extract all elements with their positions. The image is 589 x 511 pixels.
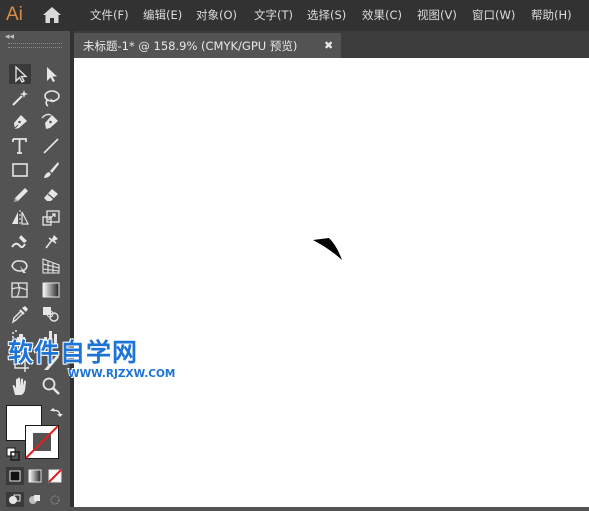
free-transform-tool-icon[interactable]	[9, 256, 31, 276]
stroke-swatch[interactable]	[25, 425, 59, 459]
drawn-shape[interactable]	[312, 237, 344, 265]
collapse-panel-icon[interactable]: ◂◂	[5, 32, 14, 42]
paintbrush-tool-icon[interactable]	[40, 160, 62, 180]
scale-tool-icon[interactable]	[40, 208, 62, 228]
gradient-tool-icon[interactable]	[40, 280, 62, 300]
none-mode-icon[interactable]	[46, 467, 64, 485]
gradient-mode-icon[interactable]	[26, 467, 44, 485]
app-logo: Ai	[6, 4, 23, 25]
symbol-sprayer-tool-icon[interactable]	[9, 328, 31, 348]
slice-tool-icon[interactable]	[40, 352, 62, 372]
home-icon[interactable]	[42, 6, 62, 24]
selection-tool-icon[interactable]	[9, 64, 31, 84]
curvature-tool-icon[interactable]	[40, 112, 62, 132]
menu-window[interactable]: 窗口(W)	[472, 7, 515, 23]
direct-selection-tool-icon[interactable]	[40, 64, 62, 84]
tab-title: 未标题-1* @ 158.9% (CMYK/GPU 预览)	[83, 39, 298, 53]
puppet-warp-tool-icon[interactable]	[40, 232, 62, 252]
panel-grip[interactable]	[8, 43, 62, 48]
rectangle-tool-icon[interactable]	[9, 160, 31, 180]
draw-inside-icon[interactable]	[46, 492, 64, 507]
mesh-tool-icon[interactable]	[9, 280, 31, 300]
blend-tool-icon[interactable]	[40, 304, 62, 324]
menu-file[interactable]: 文件(F)	[90, 7, 129, 23]
menu-help[interactable]: 帮助(H)	[531, 7, 572, 23]
eraser-tool-icon[interactable]	[40, 184, 62, 204]
tools-panel: ◂◂	[0, 31, 70, 507]
type-tool-icon[interactable]	[9, 136, 31, 156]
menu-edit[interactable]: 编辑(E)	[143, 7, 182, 23]
menu-object[interactable]: 对象(O)	[196, 7, 237, 23]
draw-normal-icon[interactable]	[6, 492, 24, 507]
eyedropper-tool-icon[interactable]	[9, 304, 31, 324]
column-graph-tool-icon[interactable]	[40, 328, 62, 348]
tab-document[interactable]: 未标题-1* @ 158.9% (CMYK/GPU 预览) ✖	[74, 33, 341, 58]
menu-effect[interactable]: 效果(C)	[362, 7, 402, 23]
menu-view[interactable]: 视图(V)	[417, 7, 457, 23]
draw-behind-icon[interactable]	[26, 492, 44, 507]
document-tab-bar: 未标题-1* @ 158.9% (CMYK/GPU 预览) ✖	[74, 31, 589, 58]
artboard-tool-icon[interactable]	[9, 352, 31, 372]
menu-select[interactable]: 选择(S)	[307, 7, 346, 23]
lasso-tool-icon[interactable]	[40, 88, 62, 108]
pencil-tool-icon[interactable]	[9, 184, 31, 204]
hand-tool-icon[interactable]	[9, 376, 31, 396]
menu-type[interactable]: 文字(T)	[254, 7, 293, 23]
default-fill-stroke-icon[interactable]	[6, 446, 20, 461]
magic-wand-tool-icon[interactable]	[9, 88, 31, 108]
color-mode-icon[interactable]	[6, 467, 24, 485]
warp-tool-icon[interactable]	[9, 232, 31, 252]
line-segment-tool-icon[interactable]	[40, 136, 62, 156]
reflect-tool-icon[interactable]	[9, 208, 31, 228]
zoom-tool-icon[interactable]	[40, 376, 62, 396]
menu-bar: Ai 文件(F) 编辑(E) 对象(O) 文字(T) 选择(S) 效果(C) 视…	[0, 0, 589, 31]
swap-fill-stroke-icon[interactable]	[50, 405, 64, 419]
artboard-canvas[interactable]	[74, 58, 589, 507]
perspective-grid-tool-icon[interactable]	[40, 256, 62, 276]
close-icon[interactable]: ✖	[324, 38, 333, 54]
pen-tool-icon[interactable]	[9, 112, 31, 132]
